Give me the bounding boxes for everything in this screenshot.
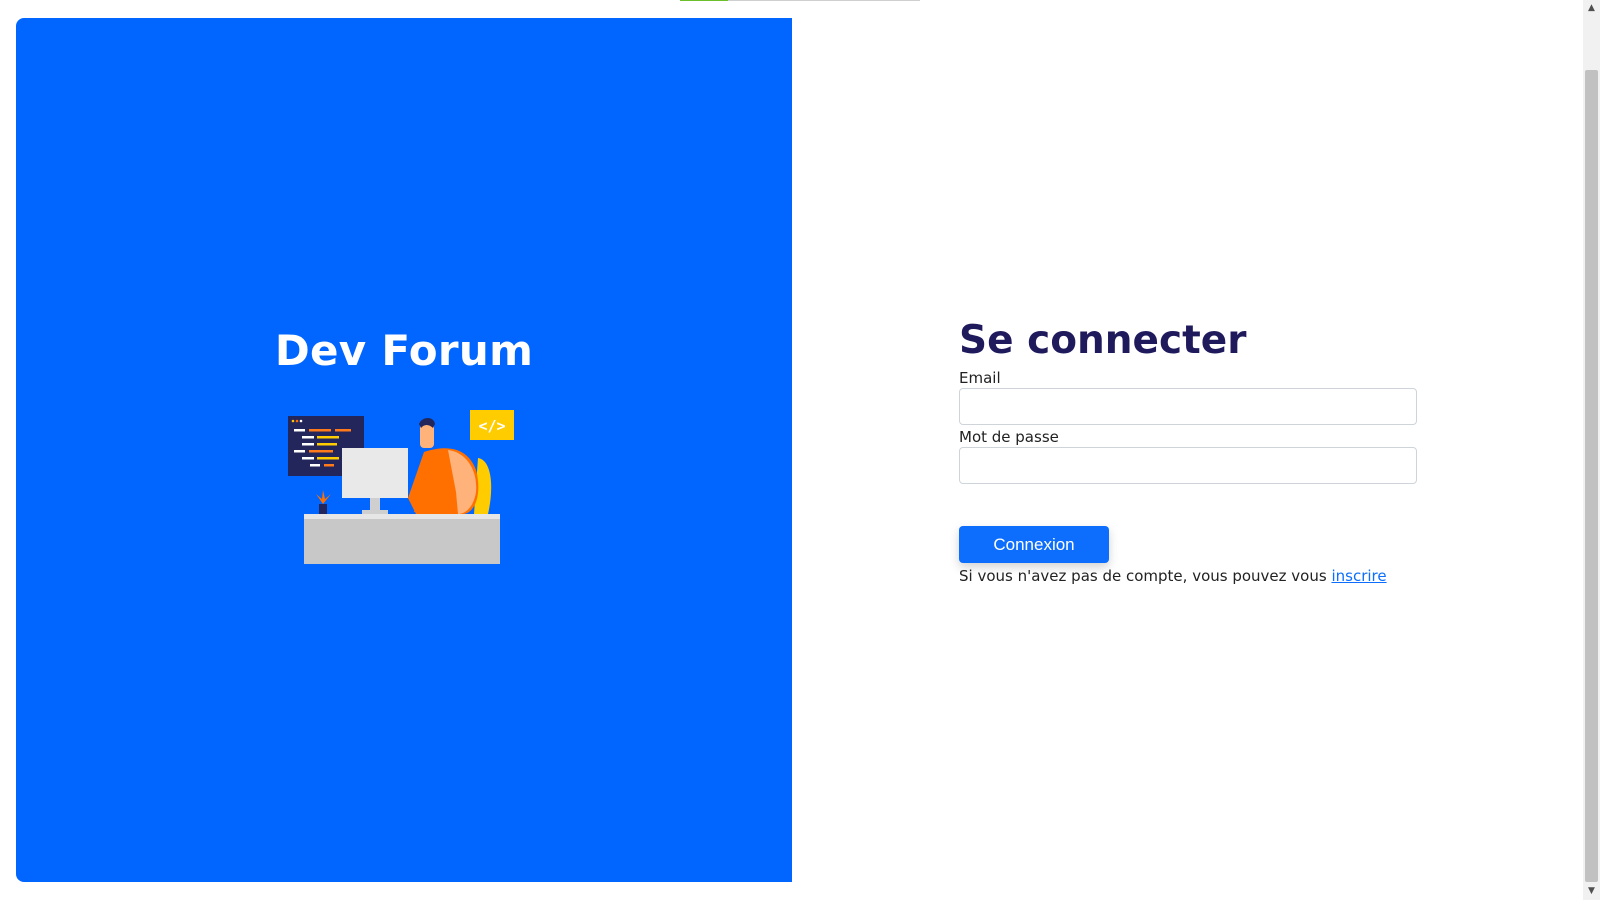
scroll-down-icon[interactable]: ▼ [1583, 883, 1600, 900]
email-label: Email [959, 369, 1001, 387]
scroll-up-icon[interactable]: ▲ [1583, 0, 1600, 17]
svg-text:</>: </> [478, 417, 505, 435]
signup-link[interactable]: inscrire [1331, 567, 1386, 585]
login-button[interactable]: Connexion [959, 526, 1109, 563]
brand-panel: Dev Forum </> [16, 18, 792, 882]
login-page: Dev Forum </> Se connecter Email Mot de … [0, 0, 1600, 900]
scrollbar-thumb[interactable] [1585, 70, 1598, 882]
password-label: Mot de passe [959, 428, 1059, 446]
developer-at-desk-illustration: </> [288, 410, 514, 564]
password-field[interactable] [959, 447, 1417, 484]
login-form: Se connecter Email Mot de passe Connexio… [959, 318, 1417, 586]
monitor-icon [342, 448, 408, 498]
top-progress-fill [680, 0, 728, 1]
signup-prompt: Si vous n'avez pas de compte, vous pouve… [959, 566, 1417, 586]
desk-icon [304, 514, 500, 564]
email-field[interactable] [959, 388, 1417, 425]
plant-icon [319, 504, 327, 514]
vertical-scrollbar[interactable]: ▲ ▼ [1583, 0, 1600, 900]
brand-title: Dev Forum [274, 326, 534, 375]
page-title: Se connecter [959, 318, 1247, 363]
top-progress-strip [680, 0, 920, 1]
signup-prompt-text: Si vous n'avez pas de compte, vous pouve… [959, 567, 1327, 585]
